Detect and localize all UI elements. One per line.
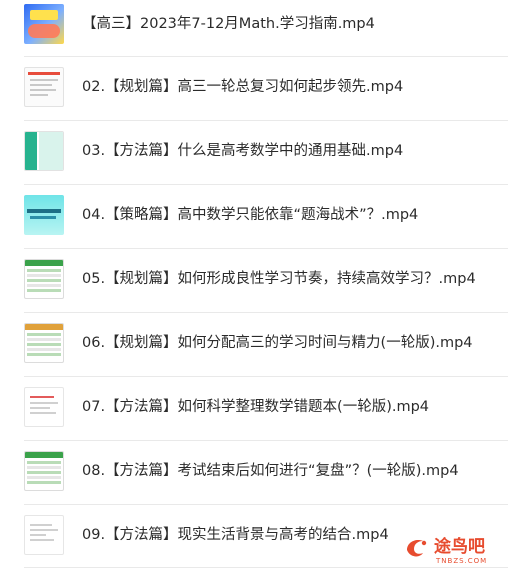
list-item[interactable]: 【高三】2023年7-12月Math.学习指南.mp4 [0,0,508,64]
video-thumbnail [24,515,64,555]
video-thumbnail [24,323,64,363]
list-item[interactable]: 04.【策略篇】高中数学只能依靠“题海战术”？.mp4 [0,185,508,249]
file-name: 09.【方法篇】现实生活背景与高考的结合.mp4 [82,527,389,543]
list-item[interactable]: 07.【方法篇】如何科学整理数学错题本(一轮版).mp4 [0,377,508,441]
list-item[interactable]: 03.【方法篇】什么是高考数学中的通用基础.mp4 [0,121,508,185]
svg-text:途鸟吧: 途鸟吧 [434,536,485,557]
video-thumbnail [24,131,64,171]
watermark-text-icon: 途鸟吧 TNBZS.COM [434,536,487,565]
video-thumbnail [24,195,64,235]
video-thumbnail [24,387,64,427]
video-thumbnail [24,4,64,44]
list-item[interactable]: 08.【方法篇】考试结束后如何进行“复盘”？(一轮版).mp4 [0,441,508,505]
svg-text:TNBZS.COM: TNBZS.COM [435,557,487,565]
video-thumbnail [24,259,64,299]
file-name: 06.【规划篇】如何分配高三的学习时间与精力(一轮版).mp4 [82,335,473,351]
file-name: 04.【策略篇】高中数学只能依靠“题海战术”？.mp4 [82,207,419,223]
list-item[interactable]: 02.【规划篇】高三一轮总复习如何起步领先.mp4 [0,57,508,121]
file-name: 08.【方法篇】考试结束后如何进行“复盘”？(一轮版).mp4 [82,463,459,479]
site-watermark-logo: 途鸟吧 TNBZS.COM [404,532,508,571]
file-name: 03.【方法篇】什么是高考数学中的通用基础.mp4 [82,143,404,159]
file-name: 【高三】2023年7-12月Math.学习指南.mp4 [82,16,375,32]
video-thumbnail [24,451,64,491]
file-name: 02.【规划篇】高三一轮总复习如何起步领先.mp4 [82,79,404,95]
list-item[interactable]: 05.【规划篇】如何形成良性学习节奏，持续高效学习？.mp4 [0,249,508,313]
file-name: 05.【规划篇】如何形成良性学习节奏，持续高效学习？.mp4 [82,271,476,287]
video-thumbnail [24,67,64,107]
file-name: 07.【方法篇】如何科学整理数学错题本(一轮版).mp4 [82,399,430,415]
list-item[interactable]: 06.【规划篇】如何分配高三的学习时间与精力(一轮版).mp4 [0,313,508,377]
bird-logo-icon [407,540,427,557]
